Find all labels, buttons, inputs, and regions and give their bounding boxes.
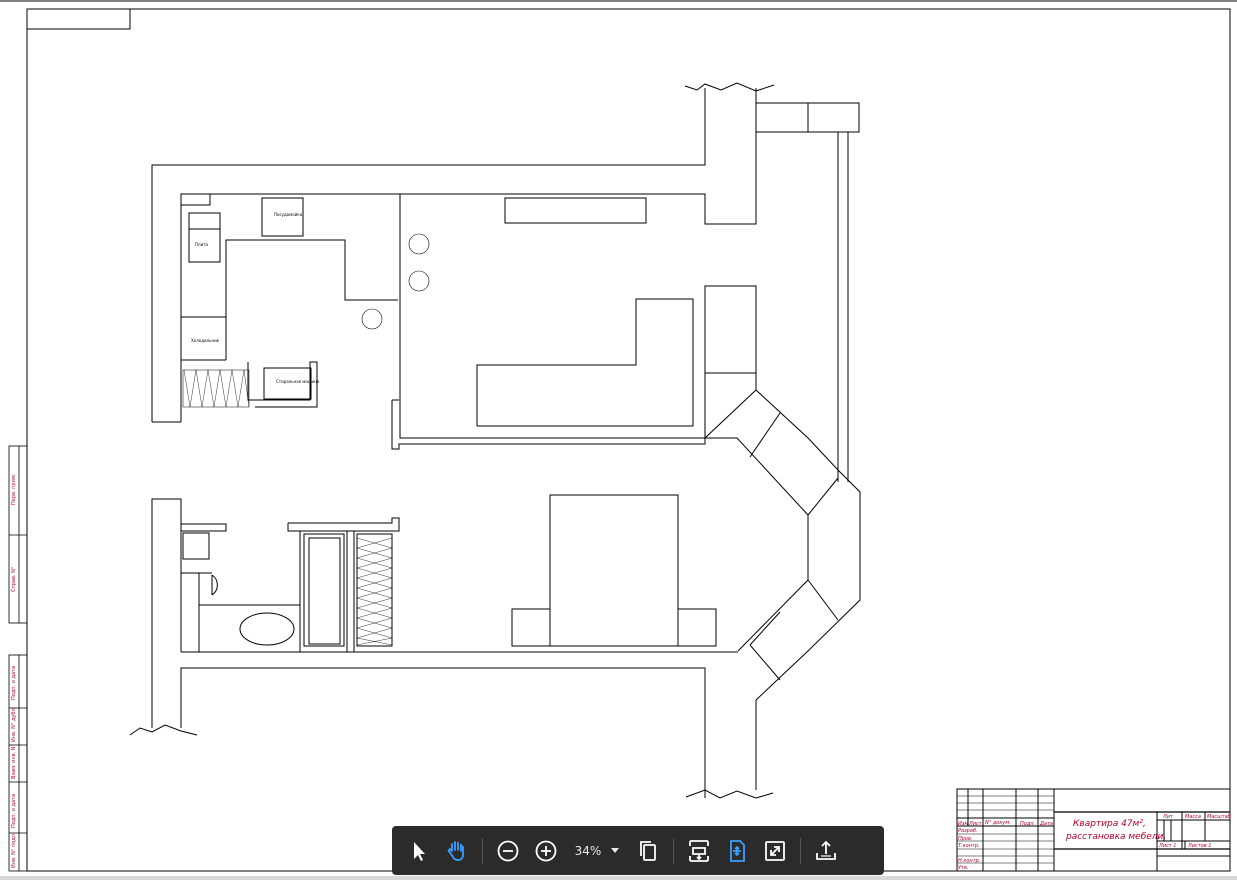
tb-sheet: Лист 1	[1158, 843, 1176, 849]
bedroom-furniture	[182, 494, 717, 647]
sheet-frame	[26, 8, 1231, 872]
tb-scale: Масштаб	[1207, 814, 1231, 820]
side-stamp-labels: Перв. прим. Справ. N° Подп. и дата Инв. …	[11, 473, 17, 868]
tb-data: Дата	[1039, 821, 1053, 827]
fit-page-icon[interactable]	[680, 832, 718, 870]
tb-tkontr: Т.контр.	[958, 843, 980, 849]
toolbar-divider	[800, 837, 801, 864]
tb-razrab: Разраб.	[958, 828, 978, 834]
title-block	[956, 788, 1231, 872]
zoom-out-icon[interactable]	[489, 832, 527, 870]
side-stamp-text: Подп. и дата	[11, 666, 17, 700]
corner-stamp	[26, 8, 131, 30]
side-stamp-text: Подп. и дата	[11, 794, 17, 828]
tb-utv: Утв.	[958, 865, 969, 871]
zoom-in-icon[interactable]	[527, 832, 565, 870]
tb-mass: Масса	[1185, 814, 1201, 820]
bottom-edge	[0, 876, 1237, 880]
tb-list: Лист	[968, 821, 983, 827]
select-arrow-icon[interactable]	[400, 832, 438, 870]
kitchen-furniture	[180, 193, 694, 427]
drawing-title-line2: расстановка мебели.	[1065, 832, 1166, 842]
drawing-title-line1: Квартира 47м²,	[1073, 819, 1146, 829]
side-stamp-text: Взам. инв. N°	[11, 744, 17, 779]
tb-nkontr: Н.контр.	[958, 858, 980, 864]
fit-width-icon[interactable]	[718, 832, 756, 870]
chevron-down-icon	[611, 848, 620, 853]
hand-pan-icon[interactable]	[438, 832, 476, 870]
side-stamp-text: Инв. N° дубл.	[11, 706, 17, 742]
side-stamp-text: Перв. прим.	[11, 473, 17, 505]
radiator-hatch	[183, 369, 250, 408]
fullscreen-icon[interactable]	[756, 832, 794, 870]
toolbar-divider	[482, 837, 483, 864]
tb-sheets: Листов 1	[1187, 843, 1211, 849]
page-view-icon[interactable]	[629, 832, 667, 870]
fridge-label: Холодильник	[191, 338, 220, 343]
walls	[129, 82, 861, 799]
stove-label: Плита	[195, 242, 208, 247]
zoom-level-value: 34%	[574, 843, 602, 858]
tb-lit: Лит	[1162, 814, 1174, 820]
tb-prov: Пров.	[958, 836, 973, 842]
side-stamp-text: Инв. N° подл.	[11, 832, 17, 868]
tb-podp: Подп.	[1020, 821, 1035, 827]
dishwasher-label: Посудомойка	[274, 212, 303, 217]
side-stamp-text: Справ. N°	[11, 566, 17, 592]
tb-izm: Изм	[958, 821, 968, 827]
tb-ndoc: N° докум.	[985, 820, 1011, 826]
washer-label: Стиральная машина	[276, 379, 320, 384]
viewer-toolbar: 34%	[392, 826, 884, 875]
wardrobe-hatch	[356, 537, 393, 646]
toolbar-divider	[673, 837, 674, 864]
floor-plan-drawing: Перв. прим. Справ. N° Подп. и дата Инв. …	[0, 0, 1237, 872]
share-icon[interactable]	[807, 832, 845, 870]
zoom-level-dropdown[interactable]: 34%	[565, 832, 629, 870]
